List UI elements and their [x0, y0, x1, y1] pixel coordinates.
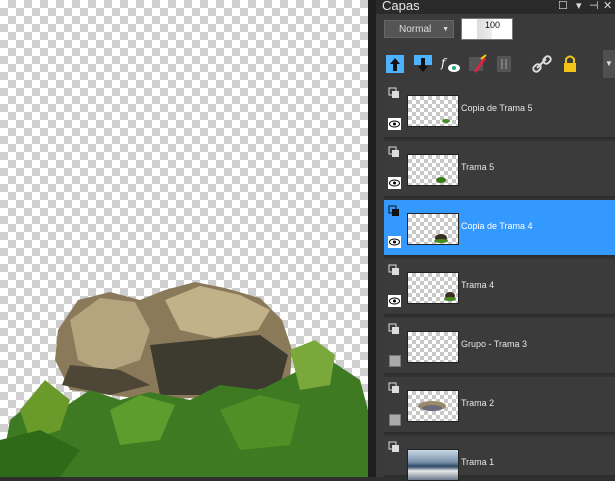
layer-type-icon: [388, 87, 399, 98]
layer-type-icon: [388, 323, 399, 334]
layer-thumbnail: [407, 390, 459, 422]
canvas-workspace[interactable]: [0, 0, 368, 477]
layer-name: Trama 4: [461, 280, 495, 290]
toolbar-overflow-button[interactable]: ▼: [603, 50, 615, 78]
opacity-value: 100: [485, 20, 501, 30]
new-layer-below-icon[interactable]: [412, 53, 434, 75]
close-icon[interactable]: ✕: [603, 0, 612, 12]
link-icon[interactable]: [531, 53, 553, 75]
mask-brush-icon[interactable]: [466, 53, 488, 75]
fx-effects-icon[interactable]: f: [439, 53, 461, 75]
opacity-slider[interactable]: 100: [461, 18, 513, 40]
layer-type-icon: [388, 205, 399, 216]
layers-toolbar: f: [376, 50, 615, 78]
layer-thumbnail: [407, 154, 459, 186]
layer-row[interactable]: Copia de Trama 5: [384, 82, 615, 139]
chevron-down-icon: ▼: [442, 26, 449, 33]
rock-and-ferns-image: [0, 282, 368, 477]
layer-name: Trama 1: [461, 457, 495, 467]
eye-icon[interactable]: [388, 177, 401, 189]
layers-list[interactable]: Copia de Trama 5 Trama 5 Copia de Trama …: [384, 82, 615, 481]
layer-row[interactable]: Trama 4: [384, 259, 615, 316]
layer-type-icon: [388, 264, 399, 275]
layer-type-icon: [388, 382, 399, 393]
delete-layer-icon[interactable]: [493, 53, 515, 75]
layer-name: Copia de Trama 5: [461, 103, 533, 113]
layer-row[interactable]: Trama 5: [384, 141, 615, 198]
eye-icon[interactable]: [388, 236, 401, 248]
visibility-toggle-off[interactable]: [389, 414, 401, 426]
layer-row[interactable]: Trama 2: [384, 377, 615, 434]
eye-icon[interactable]: [388, 118, 401, 130]
blend-mode-value: Normal: [399, 24, 432, 35]
layer-name: Trama 2: [461, 398, 495, 408]
layer-thumbnail: [407, 331, 459, 363]
pin-dropdown-icon[interactable]: ▾: [576, 0, 582, 12]
blend-mode-select[interactable]: Normal ▼: [384, 20, 454, 38]
layer-type-icon: [388, 146, 399, 157]
layers-panel: Capas ☐ ▾ ⊣ ✕ Normal ▼ 100 f ▼ Copia de …: [376, 0, 615, 481]
new-raster-layer-icon[interactable]: [384, 53, 406, 75]
panel-titlebar: Capas ☐ ▾ ⊣ ✕: [376, 0, 615, 14]
panel-title: Capas: [382, 0, 420, 13]
layer-row[interactable]: Trama 1: [384, 436, 615, 481]
layer-type-icon: [388, 441, 399, 452]
layer-row[interactable]: Grupo - Trama 3: [384, 318, 615, 375]
visibility-toggle-off[interactable]: [389, 355, 401, 367]
layer-row-selected[interactable]: Copia de Trama 4: [384, 200, 615, 257]
lock-icon[interactable]: [559, 53, 581, 75]
panel-splitter[interactable]: [368, 0, 376, 477]
layer-name: Grupo - Trama 3: [461, 339, 528, 349]
pin-icon[interactable]: ⊣: [589, 0, 599, 12]
eye-icon[interactable]: [388, 295, 401, 307]
layer-thumbnail: [407, 95, 459, 127]
layer-thumbnail: [407, 449, 459, 481]
layer-name: Copia de Trama 4: [461, 221, 533, 231]
svg-text:f: f: [440, 56, 448, 70]
restore-icon[interactable]: ☐: [558, 0, 568, 12]
layer-name: Trama 5: [461, 162, 495, 172]
layer-thumbnail: [407, 213, 459, 245]
layer-thumbnail: [407, 272, 459, 304]
